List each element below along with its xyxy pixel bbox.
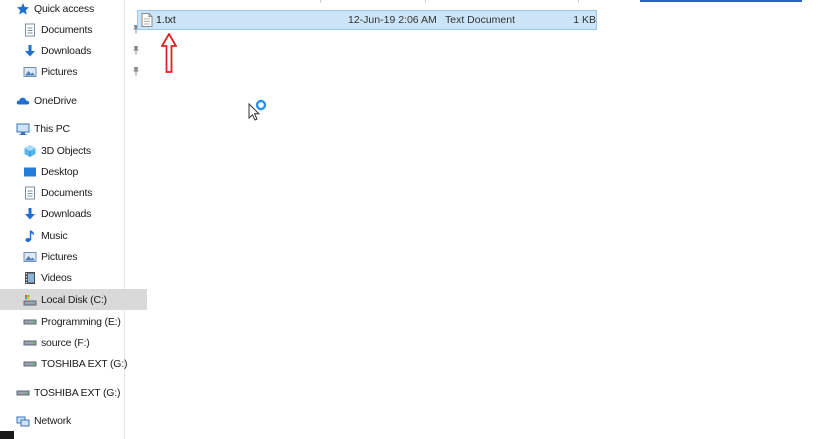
- nav-quick-access[interactable]: Quick access: [0, 0, 140, 19]
- drive-icon: [23, 315, 37, 329]
- nav-label: Programming (E:): [41, 315, 121, 328]
- annotation-arrow-icon: [161, 33, 177, 73]
- nav-label: Documents: [41, 23, 93, 36]
- column-divider[interactable]: [320, 0, 321, 3]
- file-list-pane[interactable]: 1.txt 12-Jun-19 2:06 AM Text Document 1 …: [125, 0, 820, 439]
- nav-label: Local Disk (C:): [41, 293, 107, 306]
- nav-label: TOSHIBA EXT (G:): [41, 357, 128, 370]
- 3d-objects-icon: [23, 144, 37, 158]
- nav-label: Pictures: [41, 250, 78, 263]
- busy-cursor-icon: [248, 99, 267, 121]
- nav-network[interactable]: Network: [0, 410, 140, 431]
- file-size: 1 KB: [573, 14, 596, 26]
- local-disk-icon: [23, 293, 37, 307]
- pictures-icon: [23, 65, 37, 79]
- file-name: 1.txt: [156, 14, 176, 26]
- desktop-icon: [23, 165, 37, 179]
- nav-label: This PC: [34, 122, 70, 135]
- videos-icon: [23, 271, 37, 285]
- drive-icon: [23, 357, 37, 371]
- network-icon: [16, 414, 30, 428]
- music-icon: [23, 229, 37, 243]
- nav-label: Quick access: [34, 2, 95, 15]
- column-divider[interactable]: [578, 0, 579, 3]
- nav-onedrive[interactable]: OneDrive: [0, 90, 140, 111]
- nav-label: source (F:): [41, 336, 90, 349]
- nav-this-pc[interactable]: This PC: [0, 118, 140, 139]
- nav-label: Downloads: [41, 207, 92, 220]
- window-corner: [0, 431, 14, 439]
- nav-label: Desktop: [41, 165, 79, 178]
- nav-label: Pictures: [41, 65, 78, 78]
- nav-toshiba-ext-g-root[interactable]: TOSHIBA EXT (G:): [0, 382, 140, 403]
- downloads-icon: [23, 207, 37, 221]
- drive-icon: [16, 386, 30, 400]
- nav-label: Network: [34, 414, 72, 427]
- downloads-icon: [23, 44, 37, 58]
- pictures-icon: [23, 250, 37, 264]
- documents-icon: [23, 23, 37, 37]
- drive-icon: [23, 336, 37, 350]
- nav-label: Music: [41, 229, 68, 242]
- file-row[interactable]: 1.txt 12-Jun-19 2:06 AM Text Document 1 …: [137, 10, 597, 30]
- nav-label: 3D Objects: [41, 144, 91, 157]
- window-edge-strip: [640, 0, 802, 2]
- nav-label: Videos: [41, 271, 72, 284]
- nav-label: Downloads: [41, 44, 92, 57]
- nav-label: TOSHIBA EXT (G:): [34, 386, 121, 399]
- file-date-modified: 12-Jun-19 2:06 AM: [348, 14, 437, 26]
- file-type: Text Document: [445, 14, 516, 26]
- nav-label: OneDrive: [34, 94, 77, 107]
- nav-label: Documents: [41, 186, 93, 199]
- text-file-icon: [141, 13, 153, 27]
- column-divider[interactable]: [425, 0, 426, 3]
- documents-icon: [23, 186, 37, 200]
- onedrive-cloud-icon: [16, 94, 30, 108]
- computer-icon: [16, 122, 30, 136]
- star-icon: [16, 2, 30, 16]
- navigation-pane: Quick access Documents Downloads Picture…: [0, 0, 147, 439]
